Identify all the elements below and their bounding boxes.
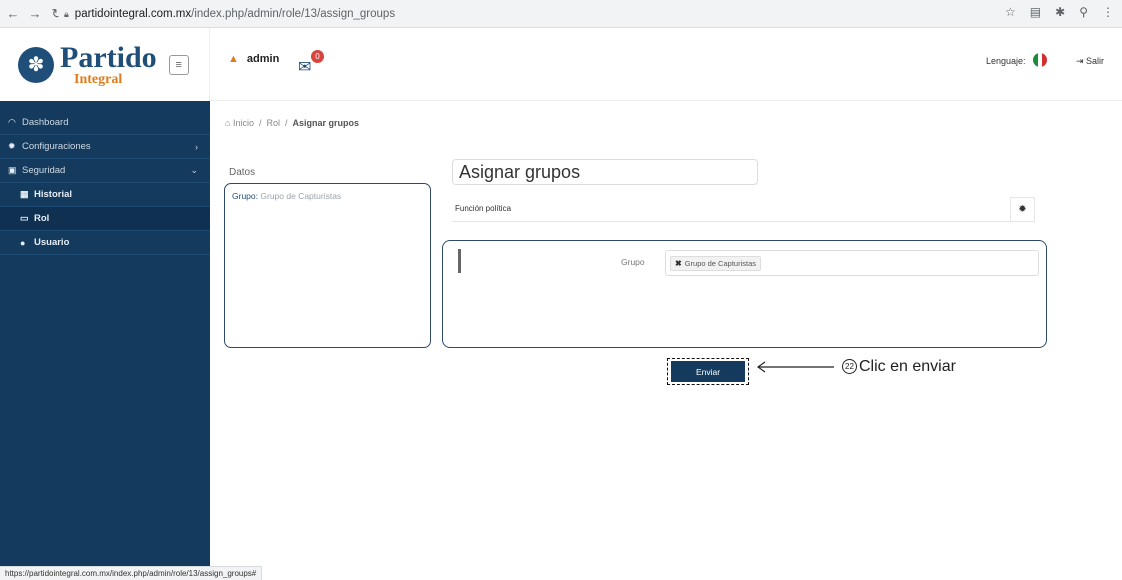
funcion-politica-label: Función política xyxy=(455,204,512,213)
enviar-button[interactable]: Enviar xyxy=(671,361,745,382)
datos-title: Datos xyxy=(229,167,256,178)
user-menu[interactable]: ▲ admin xyxy=(228,53,279,65)
annotation: 22 Clic en enviar xyxy=(756,358,956,376)
group-panel: Grupo ✖ Grupo de Capturistas xyxy=(442,240,1047,348)
profile-icon[interactable]: ⚲ xyxy=(1079,5,1088,19)
enviar-button-outline: Enviar xyxy=(667,358,749,385)
star-icon[interactable]: ☆ xyxy=(1005,5,1016,19)
remove-tag-icon[interactable]: ✖ xyxy=(675,259,682,268)
chevron-down-icon: ⌄ xyxy=(190,165,198,175)
datos-value: Grupo de Capturistas xyxy=(260,191,342,201)
topbar: ▲ admin ✉ 0 Lenguaje: ⇥ Salir xyxy=(210,28,1122,101)
calendar-icon: ▦ xyxy=(20,189,29,199)
kebab-menu-icon[interactable]: ⋮ xyxy=(1102,5,1114,19)
gear-icon: ✹ xyxy=(1018,204,1027,215)
url-path: /index.php/admin/role/13/assign_groups xyxy=(191,8,396,20)
settings-button[interactable]: ✹ xyxy=(1010,197,1035,222)
reader-icon[interactable]: ▤ xyxy=(1030,5,1041,19)
sidebar-item-seguridad[interactable]: ▣ Seguridad ⌄ xyxy=(0,159,210,183)
selected-tag[interactable]: ✖ Grupo de Capturistas xyxy=(670,255,761,271)
step-number: 22 xyxy=(842,359,857,374)
user-icon: ● xyxy=(20,237,26,248)
sidebar-item-label: Seguridad xyxy=(22,165,66,176)
username: admin xyxy=(246,53,280,65)
address-bar[interactable]: 🔒︎ partidointegral.com.mx/index.php/admi… xyxy=(58,4,1063,24)
sidebar-item-rol[interactable]: ▭ Rol xyxy=(0,207,210,231)
breadcrumb-home[interactable]: Inicio xyxy=(233,118,254,128)
sidebar: ✽ Partido Integral ≡ ◠ Dashboard ✹ Confi… xyxy=(0,28,210,580)
status-bar: https://partidointegral.com.mx/index.php… xyxy=(0,566,263,580)
annotation-label: Clic en enviar xyxy=(859,358,956,375)
breadcrumb: ⌂ Inicio / Rol / Asignar grupos xyxy=(225,118,360,128)
logo-icon: ✽ xyxy=(18,46,54,83)
url-host: partidointegral.com.mx xyxy=(74,8,192,20)
grupo-label: Grupo xyxy=(621,257,645,267)
back-icon[interactable]: ← xyxy=(4,5,22,23)
sidebar-item-label: Usuario xyxy=(34,237,70,248)
extension-icon[interactable]: ✱ xyxy=(1055,5,1065,19)
panel-marker xyxy=(458,249,461,273)
mexico-flag-icon[interactable] xyxy=(1033,53,1047,67)
chevron-right-icon: › xyxy=(195,141,198,152)
logo[interactable]: Partido Integral xyxy=(60,40,157,87)
notification-badge: 0 xyxy=(311,50,324,63)
notifications[interactable]: ✉ 0 xyxy=(298,50,324,76)
breadcrumb-rol[interactable]: Rol xyxy=(266,118,280,128)
grupo-select[interactable]: ✖ Grupo de Capturistas xyxy=(665,250,1039,276)
forward-icon[interactable]: → xyxy=(26,5,44,23)
gear-icon: ✹ xyxy=(8,141,16,151)
divider xyxy=(452,221,1034,222)
annotation-text: 22 Clic en enviar xyxy=(842,358,956,376)
logo-area: ✽ Partido Integral ≡ xyxy=(0,28,210,101)
datos-key: Grupo: xyxy=(232,191,258,201)
dashboard-icon: ◠ xyxy=(8,117,16,127)
sidebar-item-historial[interactable]: ▦ Historial xyxy=(0,183,210,207)
sidebar-item-label: Rol xyxy=(34,213,50,224)
sidebar-item-label: Historial xyxy=(34,189,73,200)
lock-icon: 🔒︎ xyxy=(64,8,69,19)
logo-line1: Partido xyxy=(60,40,157,74)
sidebar-item-configuraciones[interactable]: ✹ Configuraciones › xyxy=(0,135,210,159)
logout-label: Salir xyxy=(1086,56,1105,66)
breadcrumb-current: Asignar grupos xyxy=(292,118,360,128)
sidebar-item-label: Configuraciones xyxy=(22,141,91,152)
logo-line2: Integral xyxy=(74,71,123,87)
page-title: Asignar grupos xyxy=(452,159,758,185)
arrow-left-icon xyxy=(756,361,834,373)
browser-toolbar: ← → ↻ 🔒︎ partidointegral.com.mx/index.ph… xyxy=(0,0,1122,28)
logout-button[interactable]: ⇥ Salir xyxy=(1076,56,1104,67)
sidebar-item-dashboard[interactable]: ◠ Dashboard xyxy=(0,111,210,135)
datos-panel: Grupo: Grupo de Capturistas xyxy=(224,183,431,348)
lock-icon: ▣ xyxy=(8,165,17,175)
sidebar-item-label: Dashboard xyxy=(22,117,69,128)
tag-label: Grupo de Capturistas xyxy=(684,258,756,268)
card-icon: ▭ xyxy=(20,213,29,223)
language-label: Lenguaje: xyxy=(986,56,1026,66)
envelope-icon: ✉ xyxy=(298,59,312,76)
sidebar-item-usuario[interactable]: ● Usuario xyxy=(0,231,210,255)
home-icon: ⌂ xyxy=(225,118,231,128)
user-icon: ▲ xyxy=(228,53,239,65)
menu-toggle-button[interactable]: ≡ xyxy=(168,54,189,75)
